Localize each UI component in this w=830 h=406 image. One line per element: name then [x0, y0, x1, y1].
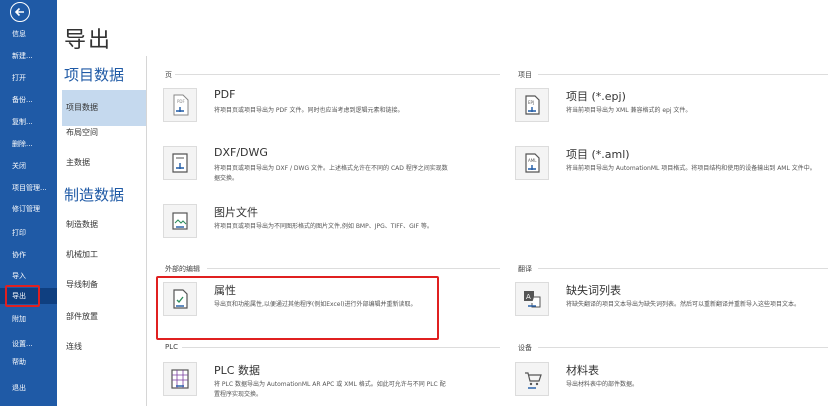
- section-divider: [538, 268, 828, 269]
- category-item-wire-prep[interactable]: 导线制备: [62, 272, 146, 298]
- export-title: PDF: [214, 88, 236, 101]
- svg-text:PDF: PDF: [177, 99, 185, 104]
- section-divider: [538, 74, 828, 75]
- sidebar-item-import[interactable]: 导入: [0, 268, 57, 284]
- page-title: 导出: [64, 28, 113, 53]
- export-title: 缺失词列表: [566, 284, 621, 297]
- sidebar-item-info[interactable]: 信息: [0, 26, 57, 42]
- sidebar-item-backup[interactable]: 备份...: [0, 92, 57, 108]
- annotation-box-export: [5, 285, 40, 307]
- plc-grid-icon: [163, 362, 197, 396]
- sidebar-item-addon[interactable]: 附加: [0, 311, 57, 327]
- export-title: 项目 (*.epj): [566, 90, 626, 103]
- export-title: 图片文件: [214, 206, 258, 219]
- sidebar-item-delete[interactable]: 删除...: [0, 136, 57, 152]
- cart-icon: [515, 362, 549, 396]
- section-header-project: 项目: [518, 71, 532, 79]
- category-header-project: 项目数据: [64, 66, 125, 84]
- export-description: 将当前项目导出为 XML 兼容格式的 epj 文件。: [566, 107, 692, 114]
- pdf-file-icon: PDF: [163, 88, 197, 122]
- epj-file-icon: EPJ: [515, 88, 549, 122]
- sidebar-item-settings[interactable]: 设置...: [0, 336, 57, 352]
- export-description: 导出材料表中的部件数据。: [566, 381, 639, 388]
- category-item-manufacturing-data[interactable]: 制造数据: [62, 212, 146, 238]
- export-title: DXF/DWG: [214, 146, 268, 159]
- aml-file-icon: AML: [515, 146, 549, 180]
- section-header-device: 设备: [518, 344, 532, 352]
- section-divider: [175, 74, 500, 75]
- sidebar-item-exit[interactable]: 退出: [0, 380, 57, 396]
- export-description: 将当前项目导出为 AutomationML 项目格式。将项目结构和使用的设备输出…: [566, 165, 816, 172]
- annotation-box-attributes: [156, 276, 439, 340]
- section-divider: [182, 347, 500, 348]
- image-file-icon: [163, 204, 197, 238]
- category-item-master-data[interactable]: 主数据: [62, 150, 146, 176]
- sidebar-item-open[interactable]: 打开: [0, 70, 57, 86]
- export-description: 将缺失翻译的项目文本导出为缺失词列表。然后可以重新翻译并重新导入这些项目文本。: [566, 301, 801, 308]
- svg-text:A: A: [526, 293, 531, 301]
- export-title: 项目 (*.aml): [566, 148, 630, 161]
- svg-text:EPJ: EPJ: [528, 100, 534, 105]
- category-item-part-placement[interactable]: 部件放置: [62, 304, 146, 330]
- sidebar-item-print[interactable]: 打印: [0, 225, 57, 241]
- sidebar-item-project-management[interactable]: 项目管理...: [0, 180, 57, 196]
- export-description: 将项目页或项目导出为 PDF 文件。同时也应当考虑到逻辑元素和链接。: [214, 107, 404, 114]
- export-title: 材料表: [566, 364, 599, 377]
- sidebar-item-help[interactable]: 帮助: [0, 354, 57, 370]
- export-title: PLC 数据: [214, 364, 260, 377]
- category-header-manufacturing: 制造数据: [64, 186, 125, 204]
- dxf-file-icon: [163, 146, 197, 180]
- category-item-machining[interactable]: 机械加工: [62, 242, 146, 268]
- sidebar-item-collaborate[interactable]: 协作: [0, 247, 57, 263]
- sidebar-item-copy[interactable]: 复制...: [0, 114, 57, 130]
- export-description: 将 PLC 数据导出为 AutomationML AR APC 或 XML 格式…: [214, 381, 446, 398]
- column-divider: [146, 56, 147, 406]
- sidebar-item-close[interactable]: 关闭: [0, 158, 57, 174]
- section-divider: [207, 268, 500, 269]
- svg-text:AML: AML: [528, 158, 537, 163]
- section-header-translation: 翻译: [518, 265, 532, 273]
- category-item-layout-space[interactable]: 布局空间: [62, 120, 146, 146]
- sidebar-item-revision[interactable]: 修订管理: [0, 201, 57, 217]
- export-description: 将项目页或项目导出为不同图形格式的图片文件,例如 BMP、JPG、TIFF、GI…: [214, 223, 433, 230]
- section-header-external-edit: 外部的编辑: [165, 265, 200, 273]
- back-arrow-icon[interactable]: [10, 2, 30, 22]
- section-divider: [538, 347, 828, 348]
- backstage-sidebar: 信息 新建... 打开 备份... 复制... 删除... 关闭 项目管理...…: [0, 0, 57, 406]
- translation-icon: A: [515, 282, 549, 316]
- section-header-page: 页: [165, 71, 172, 79]
- category-item-wiring[interactable]: 连线: [62, 334, 146, 360]
- export-description: 将项目页或项目导出为 DXF / DWG 文件。上述格式允许在不同的 CAD 程…: [214, 165, 448, 182]
- sidebar-item-new[interactable]: 新建...: [0, 48, 57, 64]
- section-header-plc: PLC: [165, 343, 179, 351]
